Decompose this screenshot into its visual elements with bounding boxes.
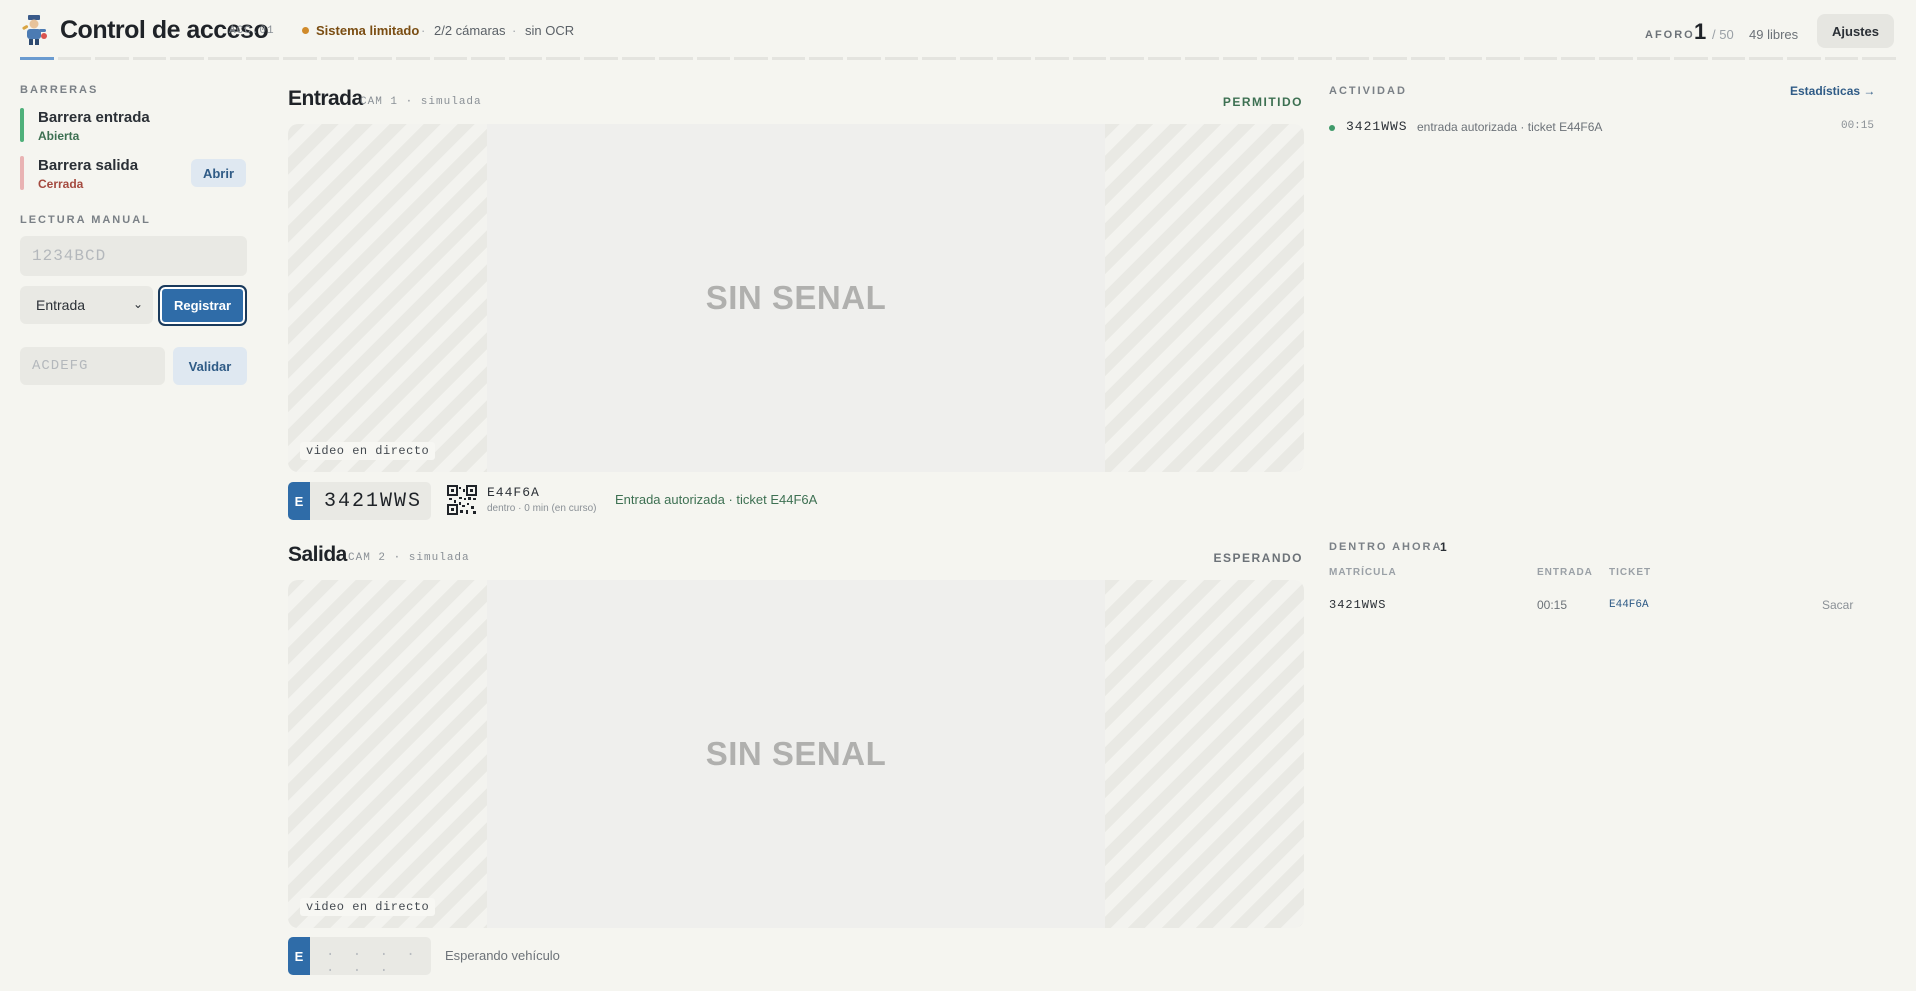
barrier-state: Abierta (38, 129, 80, 143)
validate-button[interactable]: Validar (173, 347, 247, 385)
column-header-plate: MATRÍCULA (1329, 567, 1397, 578)
manual-read-section-label: LECTURA MANUAL (20, 214, 151, 226)
live-video-label: video en directo (300, 442, 436, 460)
open-barrier-button[interactable]: Abrir (191, 159, 246, 187)
table-cell-plate: 3421WWS (1329, 598, 1387, 612)
table-cell-entry: 00:15 (1537, 598, 1568, 612)
register-button[interactable]: Registrar (158, 285, 247, 326)
plate-country-badge: E (288, 937, 310, 975)
status-dot-icon (302, 27, 309, 34)
exit-camera-video: SIN SENAL video en directo (288, 580, 1304, 928)
activity-plate: 3421WWS (1346, 119, 1408, 134)
activity-description: entrada autorizada · ticket E44F6A (1417, 120, 1603, 134)
inside-now-count: 1 (1440, 540, 1447, 554)
activity-item: 3421WWS entrada autorizada · ticket E44F… (1329, 119, 1874, 137)
inside-now-title: DENTRO AHORA (1329, 541, 1443, 553)
no-signal-text: SIN SENAL (705, 279, 887, 316)
ticket-input[interactable] (20, 347, 165, 385)
table-cell-ticket: E44F6A (1609, 599, 1649, 611)
exit-waiting-message: Esperando vehículo (445, 948, 560, 963)
live-video-label: video en directo (300, 898, 436, 916)
entry-camera-status: PERMITIDO (1222, 95, 1303, 109)
system-status: Sistema limitado (316, 23, 420, 38)
separator: · (421, 23, 426, 38)
exit-camera-subtitle: CAM 2 · simulada (348, 552, 470, 564)
status-dot-icon (1329, 125, 1335, 131)
activity-time: 00:15 (1840, 120, 1874, 132)
column-header-ticket: TICKET (1609, 567, 1652, 578)
plate-placeholder: · · · · · · · (326, 947, 420, 975)
entry-camera-video: SIN SENAL video en directo (288, 124, 1304, 472)
occupancy-free: 49 libres (1749, 27, 1799, 42)
activity-title: ACTIVIDAD (1329, 85, 1407, 97)
parking-attendant-logo-icon (22, 15, 47, 45)
direction-select[interactable]: Entrada ⌄ (20, 286, 153, 324)
no-signal-text: SIN SENAL (705, 735, 887, 772)
app-code: ACC.01 (229, 25, 275, 37)
remove-vehicle-button[interactable]: Sacar (1822, 598, 1853, 612)
occupancy-progress-bar (20, 57, 1896, 60)
plate-number: 3421WWS (324, 490, 423, 513)
settings-button[interactable]: Ajustes (1817, 14, 1894, 48)
exit-camera-status: ESPERANDO (1213, 551, 1303, 565)
chevron-down-icon: ⌄ (132, 297, 143, 311)
statistics-link[interactable]: Estadísticas → (1790, 84, 1875, 98)
ticket-meta: dentro · 0 min (en curso) (487, 503, 597, 514)
ticket-code: E44F6A (487, 485, 540, 500)
barrier-name: Barrera salida (38, 157, 139, 174)
occupancy-count: 1 (1694, 19, 1707, 44)
entry-plate-display: E 3421WWS (288, 482, 431, 520)
occupancy-label: AFORO (1645, 29, 1695, 41)
plate-country-badge: E (288, 482, 310, 520)
plate-input[interactable] (20, 236, 247, 276)
entry-camera-title: Entrada (288, 87, 363, 110)
column-header-entry: ENTRADA (1537, 567, 1593, 578)
occupancy-capacity: / 50 (1712, 27, 1734, 42)
entry-result-message: Entrada autorizada · ticket E44F6A (615, 492, 818, 507)
app-header: Control de acceso ACC.01 Sistema limitad… (0, 0, 1916, 62)
barriers-section-label: BARRERAS (20, 84, 99, 96)
entry-camera-subtitle: CAM 1 · simulada (360, 96, 482, 108)
separator: · (512, 23, 517, 38)
direction-select-value: Entrada (36, 297, 86, 313)
ocr-status: sin OCR (525, 23, 575, 38)
exit-camera-title: Salida (288, 543, 347, 566)
barrier-open-indicator (20, 108, 24, 142)
barrier-closed-indicator (20, 156, 24, 190)
barrier-entry: Barrera entrada Abierta (20, 108, 246, 144)
cameras-status: 2/2 cámaras (434, 23, 506, 38)
barrier-name: Barrera entrada (38, 109, 150, 126)
barrier-state: Cerrada (38, 177, 84, 191)
exit-plate-display: E · · · · · · · (288, 937, 431, 975)
qr-code-icon (447, 485, 477, 515)
